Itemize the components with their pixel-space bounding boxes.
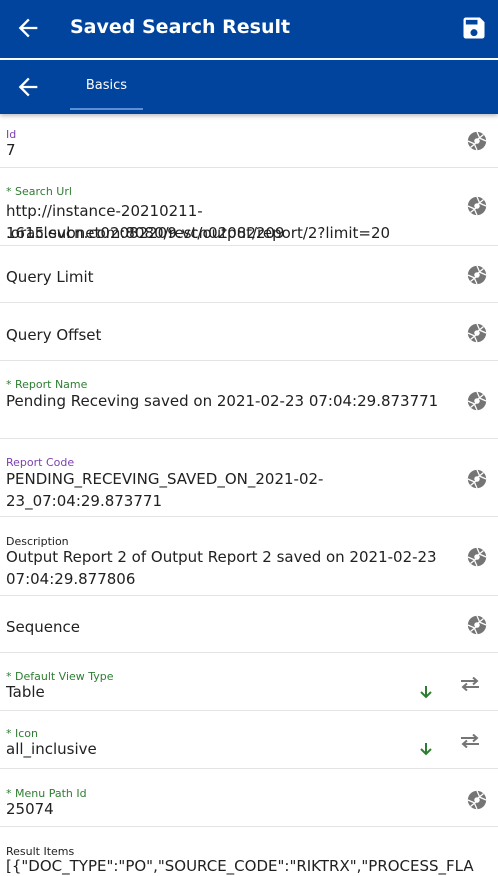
page-title: Saved Search Result (70, 16, 291, 38)
field-label: Sequence (6, 618, 80, 636)
field-query-offset[interactable]: Query Offset (0, 303, 498, 361)
field-default-view-type[interactable]: * Default View Type Table (0, 653, 498, 711)
field-value-line-1: Output Report 2 of Output Report 2 saved… (6, 548, 437, 566)
aperture-icon[interactable] (466, 264, 488, 286)
field-label: * Search Url (6, 185, 72, 198)
swap-icon[interactable] (460, 677, 480, 691)
field-value-line-2: .oraclevcn.com:8080/rest/output/report/2… (6, 224, 391, 242)
field-list: Id 7 * Search Url http://instance-202102… (0, 114, 498, 876)
field-value: Table (6, 683, 45, 701)
field-value: 7 (6, 141, 16, 159)
field-icon[interactable]: * Icon all_inclusive (0, 711, 498, 769)
tab-indicator (70, 108, 143, 110)
aperture-icon[interactable] (466, 468, 488, 490)
field-report-name[interactable]: * Report Name Pending Receving saved on … (0, 361, 498, 439)
field-label: Query Limit (6, 268, 94, 286)
aperture-icon[interactable] (466, 546, 488, 568)
field-label: Query Offset (6, 326, 102, 344)
field-description[interactable]: Description Output Report 2 of Output Re… (0, 517, 498, 596)
field-value: PENDING_RECEVING_SAVED_ON_2021-02-23_07:… (6, 470, 324, 510)
swap-icon[interactable] (460, 734, 480, 748)
aperture-icon[interactable] (466, 130, 488, 152)
aperture-icon[interactable] (466, 322, 488, 344)
field-value: [{"DOC_TYPE":"PO","SOURCE_CODE":"RIKTRX"… (6, 857, 474, 875)
field-value: 25074 (6, 800, 54, 818)
app-bar: Saved Search Result (0, 0, 498, 58)
field-menu-path-id[interactable]: * Menu Path Id 25074 (0, 769, 498, 827)
tab-basics[interactable]: Basics (70, 60, 143, 110)
aperture-icon[interactable] (466, 390, 488, 412)
aperture-icon[interactable] (466, 195, 488, 217)
field-report-code[interactable]: Report Code PENDING_RECEVING_SAVED_ON_20… (0, 439, 498, 517)
aperture-icon[interactable] (466, 789, 488, 811)
tab-bar: Basics (0, 60, 498, 114)
field-result-items[interactable]: Result Items [{"DOC_TYPE":"PO","SOURCE_C… (0, 827, 498, 876)
back-arrow-icon[interactable] (14, 14, 42, 42)
field-search-url[interactable]: * Search Url http://instance-20210211-16… (0, 168, 498, 246)
field-id[interactable]: Id 7 (0, 114, 498, 168)
save-icon[interactable] (460, 14, 488, 42)
arrow-down-icon[interactable] (420, 685, 432, 699)
field-query-limit[interactable]: Query Limit (0, 246, 498, 303)
tab-back-arrow-icon[interactable] (14, 73, 42, 101)
field-value: Pending Receving saved on 2021-02-23 07:… (6, 392, 439, 410)
aperture-icon[interactable] (466, 614, 488, 636)
field-value-line-2: 07:04:29.877806 (6, 570, 136, 588)
field-sequence[interactable]: Sequence (0, 596, 498, 653)
field-value: all_inclusive (6, 740, 97, 758)
arrow-down-icon[interactable] (420, 742, 432, 756)
